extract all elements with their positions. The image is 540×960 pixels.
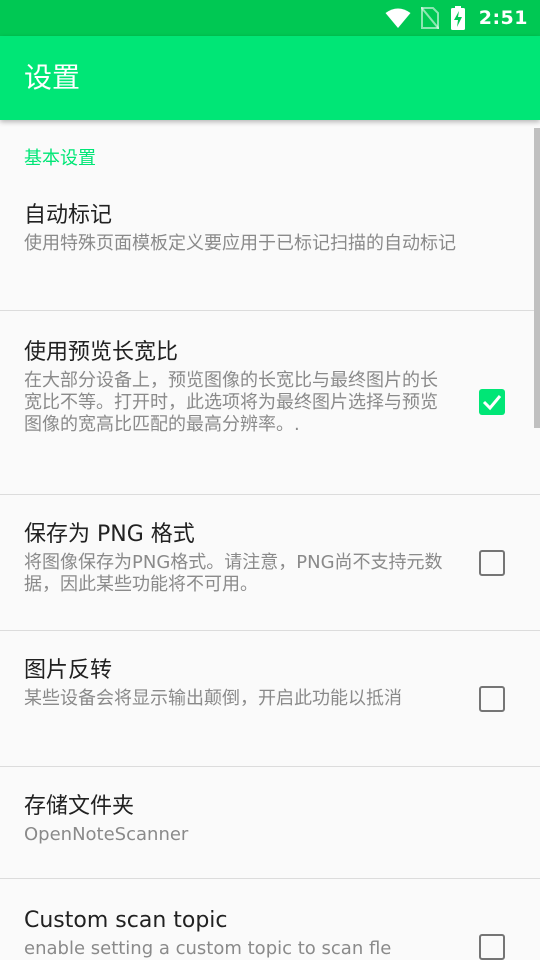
pref-summary: 某些设备会将显示输出颠倒，开启此功能以抵消	[24, 688, 402, 709]
custom-scan-topic-checkbox[interactable]	[479, 934, 505, 960]
pref-flip-image[interactable]: 图片反转 某些设备会将显示输出颠倒，开启此功能以抵消	[0, 631, 540, 767]
check-icon	[482, 395, 502, 411]
settings-list[interactable]: 基本设置 自动标记 使用特殊页面模板定义要应用于已标记扫描的自动标记 使用预览长…	[0, 120, 540, 960]
flip-image-checkbox[interactable]	[479, 686, 505, 712]
battery-charging-icon	[450, 6, 465, 30]
status-bar: 2:51	[0, 0, 540, 36]
category-header: 基本设置	[24, 148, 96, 169]
wifi-icon	[385, 8, 411, 28]
save-png-checkbox[interactable]	[479, 550, 505, 576]
pref-title: 保存为 PNG 格式	[24, 522, 195, 547]
page-title: 设置	[24, 61, 81, 94]
pref-storage-folder[interactable]: 存储文件夹 OpenNoteScanner	[0, 767, 540, 879]
pref-summary: OpenNoteScanner	[24, 824, 189, 845]
pref-title: 自动标记	[24, 203, 113, 228]
preview-ratio-checkbox[interactable]	[479, 389, 505, 415]
pref-auto-tag[interactable]: 自动标记 使用特殊页面模板定义要应用于已标记扫描的自动标记	[0, 190, 540, 311]
status-time: 2:51	[478, 7, 528, 29]
pref-save-png[interactable]: 保存为 PNG 格式 将图像保存为PNG格式。请注意，PNG尚不支持元数据，因此…	[0, 495, 540, 631]
app-bar: 设置	[0, 36, 540, 120]
pref-title: 图片反转	[24, 658, 113, 683]
pref-title: 存储文件夹	[24, 794, 135, 819]
scrollbar-thumb[interactable]	[534, 128, 540, 428]
no-sim-icon	[420, 7, 439, 29]
pref-summary: 使用特殊页面模板定义要应用于已标记扫描的自动标记	[24, 233, 456, 254]
pref-custom-scan-topic[interactable]: Custom scan topic enable setting a custo…	[0, 879, 540, 960]
pref-title: Custom scan topic	[24, 908, 228, 933]
status-icons: 2:51	[385, 0, 528, 36]
pref-summary: 在大部分设备上，预览图像的长宽比与最终图片的长宽比不等。打开时，此选项将为最终图…	[24, 370, 438, 435]
pref-summary: enable setting a custom topic to scan fl…	[24, 938, 392, 959]
pref-summary: 将图像保存为PNG格式。请注意，PNG尚不支持元数据，因此某些功能将不可用。	[24, 552, 443, 595]
pref-title: 使用预览长宽比	[24, 340, 179, 365]
pref-use-preview-ratio[interactable]: 使用预览长宽比 在大部分设备上，预览图像的长宽比与最终图片的长宽比不等。打开时，…	[0, 311, 540, 495]
